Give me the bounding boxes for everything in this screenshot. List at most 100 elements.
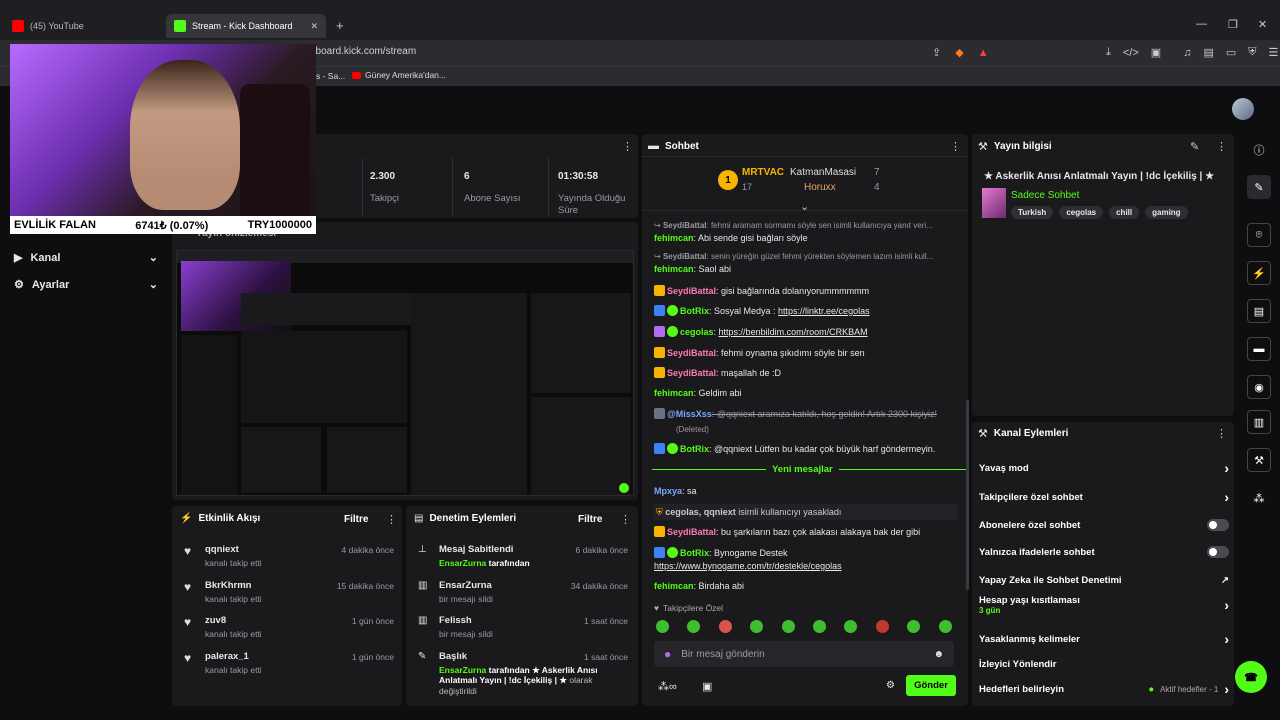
minimize-icon[interactable]: — [1196,18,1207,30]
chat-username[interactable]: fehimcan [654,264,694,274]
info-icon[interactable]: ⓘ [1247,138,1271,162]
download-icon[interactable]: ⤓ [1106,46,1111,59]
chat-username[interactable]: fehimcan [654,233,694,243]
microphone-icon[interactable]: ● [664,647,671,661]
tab-kick-dashboard[interactable]: Stream - Kick Dashboard ✕ [166,14,326,38]
vpn-icon[interactable]: ⛨ [1248,46,1256,59]
sidebar-icon[interactable]: ▤ [1203,46,1213,59]
sidebar-item-kanal[interactable]: ▶ Kanal ⌄ [14,251,158,265]
brave-rewards-icon[interactable]: ▲ [978,47,989,59]
sidebar-item-ayarlar[interactable]: ⚙ Ayarlar ⌄ [14,278,158,292]
more-options-icon[interactable]: ⋮ [386,513,397,526]
activity-user[interactable]: qqniext [205,544,239,555]
close-tab-icon[interactable]: ✕ [310,21,318,32]
reader-icon[interactable]: ▣ [1151,46,1161,59]
edit-icon[interactable]: ✎ [1247,175,1271,199]
emote-icon[interactable] [781,620,795,633]
collapse-icon[interactable]: ⌄ [800,200,809,213]
share-icon[interactable]: ⇪ [932,46,941,59]
channel-action-row[interactable]: Hesap yaşı kısıtlaması 3 gün › [979,595,1229,615]
channel-action-row[interactable]: Takipçilere özel sohbet › [979,487,1229,507]
emote-icon[interactable] [656,620,669,633]
chat-link[interactable]: https://www.bynogame.com/tr/destekle/ceg… [654,561,842,571]
chat-username[interactable]: SeydiBattal [667,527,716,537]
chat-input[interactable]: ● Bir mesaj gönderin ☻ [654,641,954,667]
send-button[interactable]: Gönder [906,675,956,696]
chat-username[interactable]: fehimcan [654,388,694,398]
channel-action-row[interactable]: Yapay Zeka ile Sohbet Denetimi ↗ [979,570,1229,590]
category-thumbnail[interactable] [982,188,1006,218]
wrench-icon[interactable]: ⚒ [1247,448,1271,472]
brave-shield-icon[interactable]: ◆ [955,46,963,59]
toggle-switch[interactable] [1207,519,1229,531]
tag-pill[interactable]: cegolas [1059,206,1104,219]
channel-action-row[interactable]: Yalnızca ifadelerle sohbet [979,542,1229,562]
support-chat-button[interactable]: ☎ [1235,661,1267,693]
bookmark-item[interactable]: Güney Amerika'dan... [352,70,446,80]
more-options-icon[interactable]: ⋮ [1216,140,1227,153]
more-options-icon[interactable]: ⋮ [950,140,961,153]
moderation-icon[interactable]: ▥ [1247,410,1271,434]
wallet-icon[interactable]: ▭ [1226,46,1236,59]
broadcast-icon[interactable]: ◉ [1247,375,1271,399]
channel-action-row[interactable]: İzleyici Yönlendir [979,654,1229,674]
edit-icon[interactable]: ✎ [1190,140,1199,153]
chat-username[interactable]: SeydiBattal [663,221,707,230]
leader-first-name[interactable]: MRTVAC [742,167,784,178]
moderation-filter-button[interactable]: Filtre [578,514,602,525]
activity-filter-button[interactable]: Filtre [344,514,368,525]
channel-action-row[interactable]: Yasaklanmış kelimeler › [979,629,1229,649]
url-text[interactable]: hboard.kick.com/stream [310,46,416,57]
new-tab-button[interactable]: + [336,18,344,33]
bookmark-item[interactable]: s - Sa... [316,71,345,81]
chat-username[interactable]: @MissXss [667,409,712,419]
chat-username[interactable]: SeydiBattal [667,348,716,358]
emote-icon[interactable] [813,620,826,633]
chat-username[interactable]: fehimcan [654,581,694,591]
tag-pill[interactable]: chill [1109,206,1140,219]
tag-pill[interactable]: Turkish [1011,206,1054,219]
more-options-icon[interactable]: ⋮ [620,513,631,526]
chat-username[interactable]: BotRix [680,548,709,558]
document-icon[interactable]: ▤ [1247,299,1271,323]
chat-link[interactable]: https://linktr.ee/cegolas [778,306,870,316]
emote-icon[interactable] [718,620,732,633]
chat-username[interactable]: SeydiBattal [667,286,716,296]
music-icon[interactable]: ♫ [1183,47,1191,59]
chat-icon[interactable]: ▬ [1247,337,1271,361]
chat-link[interactable]: https://benbildim.com/room/CRKBAM [719,327,868,337]
activity-user[interactable]: palerax_1 [205,651,249,662]
leader-third-name[interactable]: Horuxx [804,182,836,193]
chat-username[interactable]: BotRix [680,444,709,454]
emote-icon[interactable] [875,620,889,633]
chat-username[interactable]: cegolas [680,327,714,337]
apps-icon[interactable]: ⁂ [1247,486,1271,510]
lightning-icon[interactable]: ⚡ [1247,261,1271,285]
chat-username[interactable]: SeydiBattal [663,252,707,261]
kick-points-icon[interactable]: ⁂∞ [658,680,677,693]
chat-settings-icon[interactable]: ⚙ [886,680,895,691]
moderation-by[interactable]: EnsarZurna [439,665,486,675]
channel-action-row[interactable]: Abonelere özel sohbet [979,515,1229,535]
channel-action-row[interactable]: Yavaş mod › [979,458,1229,478]
category-name[interactable]: Sadece Sohbet [1011,190,1079,201]
camera-icon[interactable]: ⌾ [1247,223,1271,247]
tab-youtube[interactable]: (45) YouTube [4,14,164,38]
close-window-icon[interactable]: ✕ [1258,18,1267,31]
emoji-icon[interactable]: ☻ [933,649,944,660]
channel-action-row[interactable]: Hedefleri belirleyin ● Aktif hedefler - 1… [979,679,1229,699]
chat-username[interactable]: Mpxya [654,486,682,496]
chat-scrollbar[interactable] [966,400,969,590]
tag-pill[interactable]: gaming [1145,206,1188,219]
chat-username[interactable]: SeydiBattal [667,368,716,378]
more-options-icon[interactable]: ⋮ [622,140,633,153]
emote-icon[interactable] [938,620,952,633]
activity-user[interactable]: zuv8 [205,615,226,626]
avatar[interactable] [1232,98,1254,120]
stream-preview[interactable] [176,250,634,496]
chat-username[interactable]: (Deleted) [676,425,709,434]
activity-user[interactable]: BkrKhrmn [205,580,251,591]
maximize-icon[interactable]: ❐ [1228,18,1238,31]
devtools-icon[interactable]: </> [1123,47,1139,59]
chat-username[interactable]: BotRix [680,306,709,316]
